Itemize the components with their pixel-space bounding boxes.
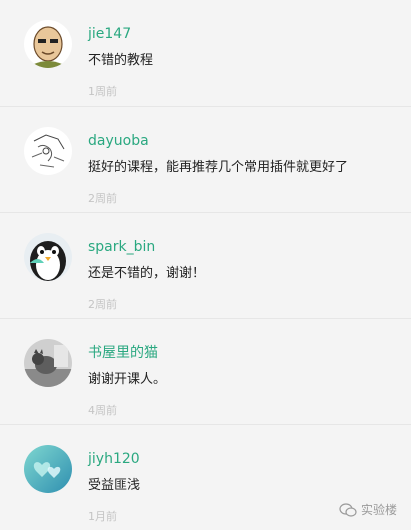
comment-text: 还是不错的，谢谢！ (88, 266, 206, 281)
timestamp: 4周前 (88, 404, 117, 417)
avatar-cat-photo-icon[interactable] (24, 339, 72, 387)
avatar-cartoon-bald-icon[interactable] (24, 20, 72, 68)
username[interactable]: jie147 (88, 26, 131, 42)
comment-item: spark_bin 还是不错的，谢谢！ 2周前 (0, 213, 411, 319)
comment-list: jie147 不错的教程 1周前 dayuoba 挺好的课程，能再推荐几个常用插… (0, 0, 411, 530)
watermark: 实验楼 (339, 501, 397, 518)
username[interactable]: dayuoba (88, 133, 149, 149)
comment-text: 挺好的课程，能再推荐几个常用插件就更好了 (88, 160, 349, 175)
timestamp: 1月前 (88, 510, 117, 523)
avatar-sketch-icon[interactable] (24, 127, 72, 175)
watermark-label: 实验楼 (360, 503, 397, 517)
avatar-hearts-icon[interactable] (24, 445, 72, 493)
comment-text: 不错的教程 (88, 53, 154, 68)
username[interactable]: jiyh120 (88, 451, 140, 467)
comment-item: dayuoba 挺好的课程，能再推荐几个常用插件就更好了 2周前 (0, 107, 411, 213)
username[interactable]: 书屋里的猫 (88, 345, 158, 361)
comment-item: jie147 不错的教程 1周前 (0, 0, 411, 107)
comment-text: 谢谢开课人。 (88, 372, 167, 387)
avatar-penguin-icon[interactable] (24, 233, 72, 281)
username[interactable]: spark_bin (88, 239, 155, 255)
timestamp: 2周前 (88, 298, 117, 311)
timestamp: 2周前 (88, 192, 117, 205)
wechat-icon (339, 502, 357, 517)
comment-text: 受益匪浅 (88, 478, 141, 493)
comment-item: 书屋里的猫 谢谢开课人。 4周前 (0, 319, 411, 425)
timestamp: 1周前 (88, 85, 117, 98)
